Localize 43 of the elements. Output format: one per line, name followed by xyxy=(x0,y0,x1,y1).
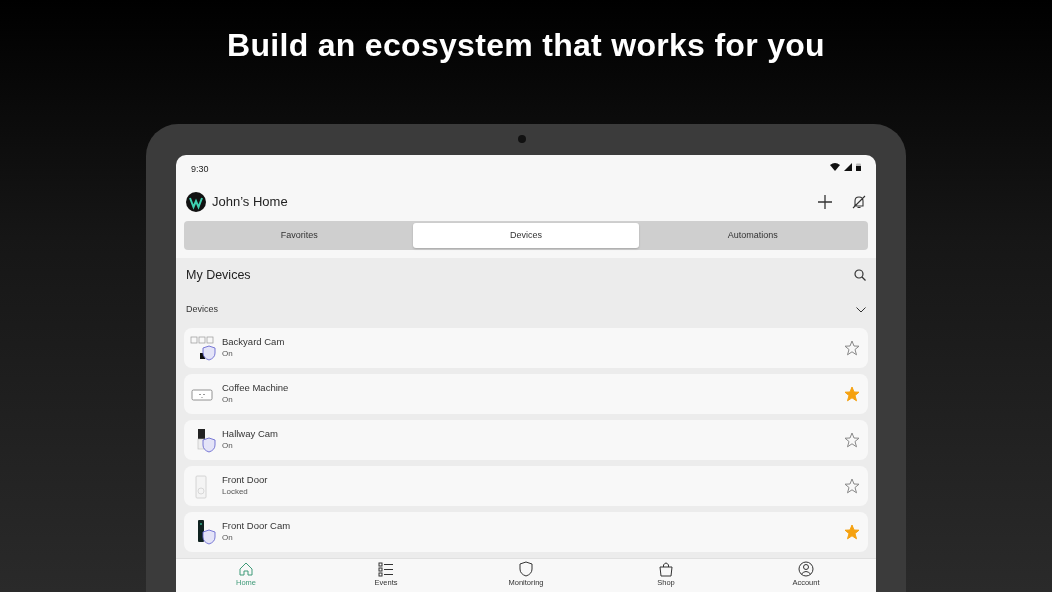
status-time: 9:30 xyxy=(191,163,209,176)
device-name: Coffee Machine xyxy=(222,381,290,395)
home-title: John’s Home xyxy=(212,193,289,212)
device-status: Locked xyxy=(222,486,249,499)
device-name: Front Door Cam xyxy=(222,519,292,533)
tab[interactable]: Devices xyxy=(412,223,640,248)
wifi-icon xyxy=(830,163,840,171)
group-label: Devices xyxy=(186,303,218,317)
camera-group-icon xyxy=(190,334,216,362)
device-status: On xyxy=(222,348,234,361)
section-title: My Devices xyxy=(186,266,251,284)
device-card[interactable]: Front Door Cam On xyxy=(184,512,868,552)
star-icon[interactable] xyxy=(844,386,860,402)
camera-dot xyxy=(518,135,526,143)
shield-icon xyxy=(518,561,534,577)
device-name: Backyard Cam xyxy=(222,335,286,349)
home-icon xyxy=(238,561,254,577)
battery-icon xyxy=(856,163,861,171)
signal-icon xyxy=(844,163,852,171)
add-icon[interactable] xyxy=(818,195,832,209)
star-icon[interactable] xyxy=(844,340,860,356)
device-card[interactable]: Front Door Locked xyxy=(184,466,868,506)
group-header[interactable]: Devices xyxy=(176,292,876,328)
device-name: Front Door xyxy=(222,473,269,487)
device-card[interactable]: Hallway Cam On xyxy=(184,420,868,460)
person-icon xyxy=(798,561,814,577)
star-icon[interactable] xyxy=(844,432,860,448)
device-status: On xyxy=(222,532,234,545)
device-status: On xyxy=(222,394,234,407)
tab[interactable]: Automations xyxy=(639,223,866,248)
logo-icon xyxy=(186,192,206,212)
star-icon[interactable] xyxy=(844,524,860,540)
bag-icon xyxy=(658,561,674,577)
device-status: On xyxy=(222,440,234,453)
tab[interactable]: Favorites xyxy=(186,223,413,248)
device-card[interactable]: Backyard Cam On xyxy=(184,328,868,368)
list-icon xyxy=(378,561,394,577)
device-card[interactable]: Coffee Machine On xyxy=(184,374,868,414)
bell-off-icon[interactable] xyxy=(852,195,866,209)
headline: Build an ecosystem that works for you xyxy=(227,26,825,65)
device-name: Hallway Cam xyxy=(222,427,279,441)
star-icon[interactable] xyxy=(844,478,860,494)
search-icon[interactable] xyxy=(854,269,866,281)
